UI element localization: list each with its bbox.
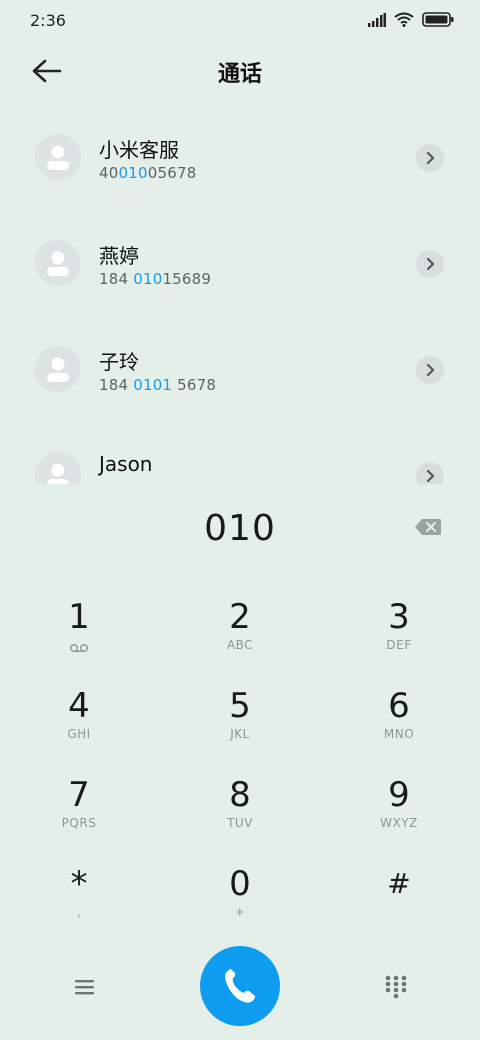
contact-row[interactable]: Jason (0, 422, 480, 484)
avatar (35, 134, 81, 180)
bottom-bar (0, 946, 480, 1026)
backspace-button[interactable] (414, 518, 442, 536)
chevron-right-icon (426, 363, 435, 377)
chevron-right-icon (426, 257, 435, 271)
contact-row[interactable]: 燕婷 184 01015689 (0, 210, 480, 316)
contact-name: 子玲 (99, 350, 139, 374)
dialed-number: 010 (204, 508, 276, 549)
phone-icon (225, 969, 255, 1003)
page-title: 通话 (217, 62, 262, 87)
key-8[interactable]: 8 TUV (180, 774, 300, 854)
contact-detail-button[interactable] (416, 356, 444, 384)
call-button[interactable] (200, 946, 280, 1026)
wifi-icon (394, 12, 414, 27)
avatar (35, 240, 81, 286)
contact-list: 小米客服 4001005678 燕婷 184 01015689 子玲 184 0… (0, 104, 480, 484)
contact-detail-button[interactable] (416, 462, 444, 484)
contact-name: 燕婷 (99, 244, 139, 268)
key-5[interactable]: 5 JKL (180, 685, 300, 765)
menu-icon (75, 980, 94, 995)
key-4[interactable]: 4 GHI (19, 685, 139, 765)
contact-row[interactable]: 小米客服 4001005678 (0, 104, 480, 210)
contact-detail-button[interactable] (416, 250, 444, 278)
key-3[interactable]: 3 DEF (339, 596, 459, 676)
avatar (35, 346, 81, 392)
battery-icon (422, 12, 454, 27)
key-9[interactable]: 9 WXYZ (339, 774, 459, 854)
key-2[interactable]: 2 ABC (180, 596, 300, 676)
menu-button[interactable] (72, 976, 98, 998)
chevron-right-icon (426, 151, 435, 165)
key-star[interactable]: * , (19, 863, 139, 943)
key-hash[interactable]: # (339, 863, 459, 943)
status-time: 2:36 (30, 11, 66, 30)
dialpad-toggle-button[interactable] (384, 974, 408, 1000)
person-icon (47, 463, 69, 484)
signal-icon (368, 12, 386, 27)
key-7[interactable]: 7 PQRS (19, 774, 139, 854)
key-1[interactable]: 1 (19, 596, 139, 676)
person-icon (47, 145, 69, 170)
contact-number: 184 01015689 (99, 270, 212, 288)
dialpad-icon (385, 975, 407, 999)
status-icons (368, 12, 454, 27)
avatar (35, 452, 81, 484)
contact-detail-button[interactable] (416, 144, 444, 172)
contact-number: 4001005678 (99, 164, 197, 182)
person-icon (47, 357, 69, 382)
backspace-icon (415, 519, 441, 535)
contact-name: Jason (99, 452, 153, 476)
key-0[interactable]: 0 + (180, 863, 300, 943)
key-6[interactable]: 6 MNO (339, 685, 459, 765)
top-bar: 通话 (0, 44, 480, 100)
voicemail-icon (70, 644, 88, 653)
status-bar: 2:36 (0, 0, 480, 40)
contact-name: 小米客服 (99, 138, 179, 162)
contact-number: 184 0101 5678 (99, 376, 217, 394)
contact-row[interactable]: 子玲 184 0101 5678 (0, 316, 480, 422)
person-icon (47, 251, 69, 276)
chevron-right-icon (426, 469, 435, 483)
